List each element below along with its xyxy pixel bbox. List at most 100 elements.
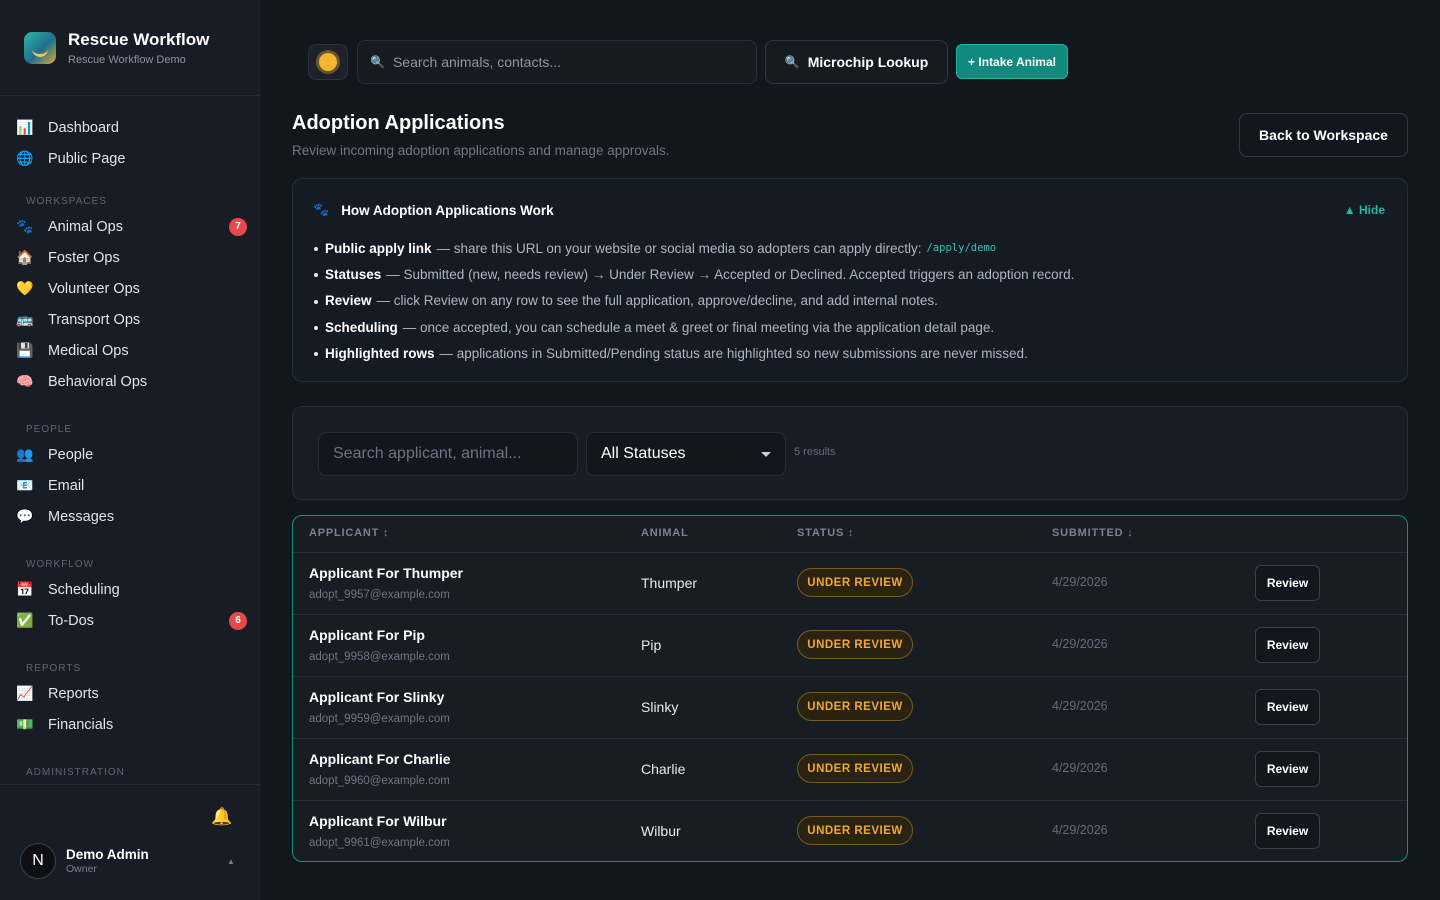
sidebar-item-label: Dashboard [48, 119, 119, 136]
theme-toggle-button[interactable] [308, 44, 348, 80]
brand[interactable]: Rescue Workflow Rescue Workflow Demo [0, 0, 259, 96]
info-item: Public apply link — share this URL on you… [313, 235, 1074, 261]
header-status[interactable]: STATUS ↕ [797, 527, 854, 539]
info-item: Review — click Review on any row to see t… [313, 288, 1074, 314]
intake-animal-button[interactable]: + Intake Animal [956, 44, 1068, 79]
sidebar-item-reports[interactable]: 📈 Reports [0, 678, 259, 709]
page-title: Adoption Applications [292, 112, 505, 134]
sidebar-item-label: Scheduling [48, 581, 120, 598]
sidebar-item-transport-ops[interactable]: 🚌 Transport Ops [0, 304, 259, 335]
table-header: APPLICANT ↕ ANIMAL STATUS ↕ SUBMITTED ↓ [293, 516, 1407, 553]
global-search-input[interactable]: 🔍 Search animals, contacts... [357, 40, 757, 84]
calendar-icon: 📅 [16, 581, 34, 597]
section-heading: PEOPLE [26, 424, 73, 435]
sidebar-item-label: Animal Ops [48, 218, 123, 235]
section-heading: WORKSPACES [26, 196, 107, 207]
applicant-name: Applicant For Pip [309, 627, 425, 643]
animal-name: Thumper [641, 575, 698, 591]
sidebar-item-dashboard[interactable]: 📊 Dashboard [0, 112, 259, 143]
applicant-name: Applicant For Slinky [309, 689, 445, 705]
page-subtitle: Review incoming adoption applications an… [292, 143, 670, 158]
review-button[interactable]: Review [1255, 751, 1320, 787]
sidebar-item-scheduling[interactable]: 📅 Scheduling [0, 574, 259, 605]
table-row: Applicant For Charlie adopt_9960@example.… [293, 739, 1407, 801]
info-term: Statuses [325, 266, 382, 282]
section-heading: WORKFLOW [26, 559, 94, 570]
bar-chart-icon: 📊 [16, 119, 34, 135]
sidebar-item-to-dos[interactable]: ✅ To-Dos 6 [0, 605, 259, 636]
table-row: Applicant For Thumper adopt_9957@example.… [293, 553, 1407, 615]
back-to-workspace-button[interactable]: Back to Workspace [1239, 113, 1408, 157]
sidebar-item-public-page[interactable]: 🌐 Public Page [0, 143, 259, 174]
sidebar-item-messages[interactable]: 💬 Messages [0, 501, 259, 532]
sidebar-item-label: Foster Ops [48, 249, 120, 266]
status-badge: UNDER REVIEW [797, 816, 913, 845]
info-header: 🐾 How Adoption Applications Work [313, 202, 554, 218]
user-menu[interactable]: N Demo Admin Owner [20, 843, 149, 879]
info-text: — once accepted, you can schedule a meet… [402, 319, 995, 335]
submitted-date: 4/29/2026 [1052, 637, 1108, 651]
notifications-bell-icon[interactable]: 🔔 [211, 807, 232, 827]
paw-icon: 🐾 [313, 202, 330, 217]
review-button[interactable]: Review [1255, 813, 1320, 849]
microchip-lookup-button[interactable]: 🔍 Microchip Lookup [765, 40, 948, 84]
status-select-value: All Statuses [601, 445, 686, 462]
applicant-email: adopt_9959@example.com [309, 713, 450, 725]
animal-name: Pip [641, 637, 662, 653]
heart-icon: 💛 [16, 280, 34, 296]
animal-name: Slinky [641, 699, 679, 715]
submitted-date: 4/29/2026 [1052, 575, 1108, 589]
house-icon: 🏠 [16, 249, 34, 265]
paw-icon: 🐾 [16, 218, 34, 234]
review-button[interactable]: Review [1255, 689, 1320, 725]
review-button[interactable]: Review [1255, 627, 1320, 663]
brain-icon: 🧠 [16, 373, 34, 389]
applicant-search-input[interactable]: Search applicant, animal... [318, 432, 578, 476]
status-badge: UNDER REVIEW [797, 754, 913, 783]
header-submitted[interactable]: SUBMITTED ↓ [1052, 527, 1134, 539]
sidebar-item-volunteer-ops[interactable]: 💛 Volunteer Ops [0, 273, 259, 304]
sun-icon [319, 53, 337, 71]
info-text: — applications in Submitted/Pending stat… [439, 345, 1028, 361]
review-button[interactable]: Review [1255, 565, 1320, 601]
search-icon: 🔍 [784, 55, 800, 69]
sidebar-item-financials[interactable]: 💵 Financials [0, 709, 259, 740]
results-count: 5 results [794, 446, 836, 458]
chevron-down-icon [761, 452, 771, 457]
applicant-email: adopt_9960@example.com [309, 775, 450, 787]
animal-name: Charlie [641, 761, 686, 777]
info-text: — Submitted (new, needs review) → Under … [386, 266, 1075, 282]
app-logo-icon [24, 31, 56, 64]
sidebar-item-email[interactable]: 📧 Email [0, 470, 259, 501]
status-select[interactable]: All Statuses [586, 432, 786, 476]
info-title: How Adoption Applications Work [341, 202, 554, 218]
info-item: Scheduling — once accepted, you can sched… [313, 314, 1074, 340]
sidebar-item-label: To-Dos [48, 612, 94, 629]
globe-icon: 🌐 [16, 150, 34, 166]
info-item: Highlighted rows — applications in Submit… [313, 340, 1074, 366]
sidebar-item-foster-ops[interactable]: 🏠 Foster Ops [0, 242, 259, 273]
sidebar-item-people[interactable]: 👥 People [0, 439, 259, 470]
hide-info-button[interactable]: ▲ Hide [1344, 203, 1385, 217]
sidebar-item-animal-ops[interactable]: 🐾 Animal Ops 7 [0, 211, 259, 242]
sidebar: Rescue Workflow Rescue Workflow Demo 📊 Da… [0, 0, 260, 900]
search-icon: 🔍 [370, 55, 385, 69]
info-panel: 🐾 How Adoption Applications Work ▲ Hide … [292, 178, 1408, 382]
sidebar-item-label: Messages [48, 508, 115, 525]
info-text: — click Review on any row to see the ful… [376, 293, 938, 309]
applicant-email: adopt_9961@example.com [309, 837, 450, 849]
status-badge: UNDER REVIEW [797, 630, 913, 659]
sidebar-item-label: Public Page [48, 150, 126, 167]
info-term: Scheduling [325, 319, 398, 335]
app-subtitle: Rescue Workflow Demo [68, 53, 186, 66]
header-applicant[interactable]: APPLICANT ↕ [309, 527, 389, 539]
apply-link-code[interactable]: /apply/demo [927, 242, 997, 254]
sidebar-item-label: Email [48, 477, 85, 494]
microchip-lookup-label: Microchip Lookup [807, 54, 929, 70]
sidebar-item-medical-ops[interactable]: 💾 Medical Ops [0, 335, 259, 366]
app-title: Rescue Workflow [68, 29, 210, 49]
user-role: Owner [66, 863, 97, 875]
sidebar-item-behavioral-ops[interactable]: 🧠 Behavioral Ops [0, 366, 259, 397]
chevron-up-icon[interactable]: ▲ [227, 857, 235, 866]
info-text: — share this URL on your website or soci… [436, 240, 922, 256]
